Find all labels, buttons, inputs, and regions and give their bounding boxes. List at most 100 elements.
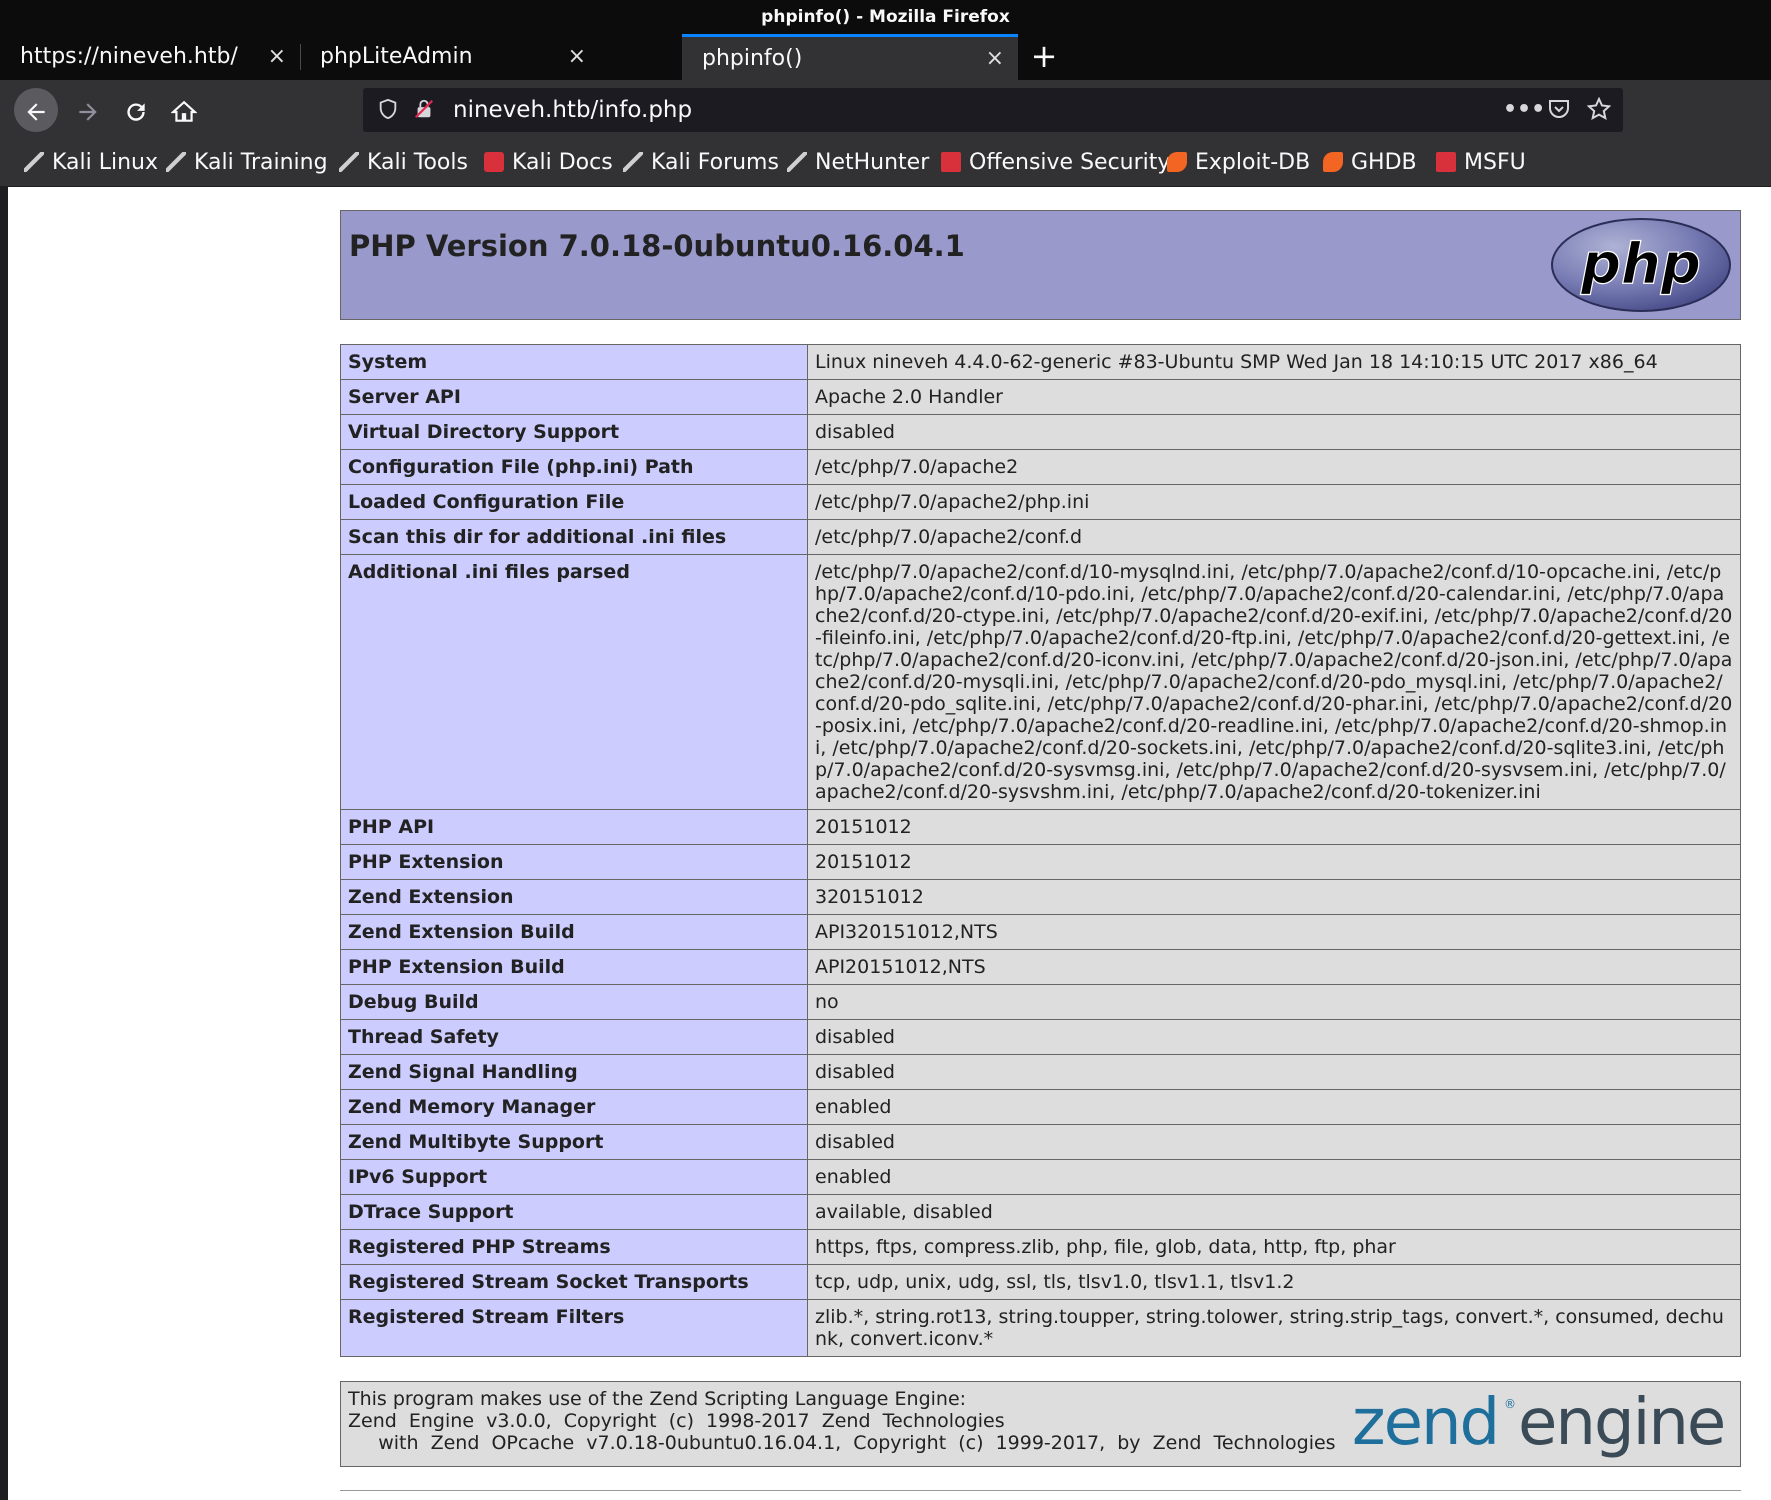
bookmark-kali-tools[interactable]: Kali Tools: [339, 140, 468, 186]
table-row: PHP Extension Build API20151012,NTS: [340, 949, 1741, 985]
table-row: Debug Build no: [340, 984, 1741, 1020]
table-row: PHP Extension 20151012: [340, 844, 1741, 880]
table-row: Zend Extension 320151012: [340, 879, 1741, 915]
row-value: API320151012,NTS: [807, 914, 1741, 950]
row-key: Registered Stream Socket Transports: [340, 1264, 808, 1300]
bookmark-kali-training[interactable]: Kali Training: [166, 140, 328, 186]
table-row: Registered PHP Streams https, ftps, compr…: [340, 1229, 1741, 1265]
row-key: Additional .ini files parsed: [340, 554, 808, 810]
row-value: zlib.*, string.rot13, string.toupper, st…: [807, 1299, 1741, 1357]
zend-line-3: with Zend OPcache v7.0.18-0ubuntu0.16.04…: [348, 1432, 1336, 1454]
bookmark-kali-forums[interactable]: Kali Forums: [623, 140, 779, 186]
row-key: Registered Stream Filters: [340, 1299, 808, 1357]
table-row: PHP API 20151012: [340, 809, 1741, 845]
php-version-header: PHP Version 7.0.18-0ubuntu0.16.04.1 php: [340, 210, 1741, 320]
bookmark-msfu[interactable]: MSFU: [1436, 140, 1526, 186]
zend-line-2: Zend Engine v3.0.0, Copyright (c) 1998-2…: [348, 1410, 1005, 1432]
row-value: /etc/php/7.0/apache2/php.ini: [807, 484, 1741, 520]
bookmark-exploit-db[interactable]: Exploit-DB: [1167, 140, 1310, 186]
row-key: Zend Signal Handling: [340, 1054, 808, 1090]
bookmark-nethunter[interactable]: NetHunter: [787, 140, 929, 186]
zend-logo-registered: ®: [1504, 1397, 1516, 1411]
table-row: DTrace Support available, disabled: [340, 1194, 1741, 1230]
tab-phpliteadmin[interactable]: phpLiteAdmin ×: [300, 34, 600, 80]
bookmark-ghdb[interactable]: GHDB: [1323, 140, 1417, 186]
row-value: no: [807, 984, 1741, 1020]
new-tab-button[interactable]: +: [1022, 34, 1066, 80]
tab-nineveh[interactable]: https://nineveh.htb/ ×: [0, 34, 300, 80]
bookmarks-toolbar: Kali Linux Kali Training Kali Tools Kali…: [0, 140, 1771, 187]
bookmark-kali-linux[interactable]: Kali Linux: [24, 140, 158, 186]
row-key: Loaded Configuration File: [340, 484, 808, 520]
reload-button[interactable]: [114, 88, 158, 132]
kali-dragon-icon: [339, 152, 359, 172]
bookmark-offensive-security[interactable]: Offensive Security: [941, 140, 1170, 186]
bookmark-kali-docs[interactable]: Kali Docs: [484, 140, 613, 186]
table-row: Registered Stream Socket Transports tcp, …: [340, 1264, 1741, 1300]
close-icon[interactable]: ×: [268, 34, 286, 80]
row-value: disabled: [807, 1019, 1741, 1055]
home-icon: [170, 100, 198, 122]
row-key: Virtual Directory Support: [340, 414, 808, 450]
row-key: PHP API: [340, 809, 808, 845]
row-key: DTrace Support: [340, 1194, 808, 1230]
forward-button[interactable]: [66, 88, 110, 132]
row-value: 20151012: [807, 844, 1741, 880]
home-button[interactable]: [162, 88, 206, 132]
url-bar[interactable]: nineveh.htb/info.php •••: [363, 88, 1623, 132]
table-row: Loaded Configuration File/etc/php/7.0/ap…: [340, 484, 1741, 520]
row-key: Thread Safety: [340, 1019, 808, 1055]
row-value: /etc/php/7.0/apache2: [807, 449, 1741, 485]
row-key: PHP Extension: [340, 844, 808, 880]
zend-engine-box: This program makes use of the Zend Scrip…: [340, 1381, 1741, 1467]
window-edge: [0, 186, 8, 1500]
zend-engine-logo-icon: zend ® engine: [1352, 1388, 1726, 1460]
divider: [340, 1490, 1741, 1491]
row-key: Zend Extension: [340, 879, 808, 915]
row-value: disabled: [807, 1124, 1741, 1160]
row-value: available, disabled: [807, 1194, 1741, 1230]
bookmark-label: Offensive Security: [969, 150, 1171, 175]
url-text[interactable]: nineveh.htb/info.php: [453, 88, 692, 132]
bookmark-label: GHDB: [1351, 150, 1417, 175]
shield-icon[interactable]: [377, 88, 399, 132]
table-row: Server API Apache 2.0 Handler: [340, 379, 1741, 415]
row-key: Server API: [340, 379, 808, 415]
bookmark-label: Exploit-DB: [1195, 150, 1311, 175]
table-row: Virtual Directory Support disabled: [340, 414, 1741, 450]
php-info-table: System Linux nineveh 4.4.0-62-generic #83…: [340, 344, 1741, 1357]
php-logo-text: php: [1580, 232, 1701, 297]
kali-dragon-icon: [166, 152, 186, 172]
close-icon[interactable]: ×: [568, 34, 586, 80]
bookmark-star-icon[interactable]: [1586, 88, 1612, 132]
engine-logo-text: engine: [1518, 1388, 1724, 1460]
page-actions-icon[interactable]: •••: [1503, 88, 1545, 132]
zend-logo-text: zend: [1352, 1388, 1498, 1460]
row-key: Zend Memory Manager: [340, 1089, 808, 1125]
kali-dragon-icon: [24, 152, 44, 172]
bookmark-label: Kali Tools: [367, 150, 468, 175]
bookmark-label: MSFU: [1464, 150, 1526, 175]
row-value: /etc/php/7.0/apache2/conf.d/10-mysqlnd.i…: [807, 554, 1741, 810]
tab-phpinfo[interactable]: phpinfo() ×: [682, 34, 1018, 80]
offsec-icon: [941, 152, 961, 172]
back-button[interactable]: [14, 88, 58, 132]
close-icon[interactable]: ×: [986, 37, 1004, 80]
row-key: Configuration File (php.ini) Path: [340, 449, 808, 485]
window-title: phpinfo() - Mozilla Firefox: [0, 0, 1771, 34]
insecure-lock-icon[interactable]: [413, 88, 435, 132]
row-value: tcp, udp, unix, udg, ssl, tls, tlsv1.0, …: [807, 1264, 1741, 1300]
table-row: Registered Stream Filters zlib.*, string.…: [340, 1299, 1741, 1357]
bookmark-label: Kali Forums: [651, 150, 779, 175]
zend-line-1: This program makes use of the Zend Scrip…: [348, 1388, 967, 1410]
row-value: 320151012: [807, 879, 1741, 915]
pocket-icon[interactable]: [1547, 88, 1571, 132]
row-key: Scan this dir for additional .ini files: [340, 519, 808, 555]
row-key: Debug Build: [340, 984, 808, 1020]
row-value: https, ftps, compress.zlib, php, file, g…: [807, 1229, 1741, 1265]
tab-label: phpinfo(): [702, 46, 803, 71]
table-row: System Linux nineveh 4.4.0-62-generic #83…: [340, 344, 1741, 380]
arrow-right-icon: [79, 103, 97, 121]
table-row: Zend Memory Manager enabled: [340, 1089, 1741, 1125]
tab-label: phpLiteAdmin: [320, 44, 473, 69]
